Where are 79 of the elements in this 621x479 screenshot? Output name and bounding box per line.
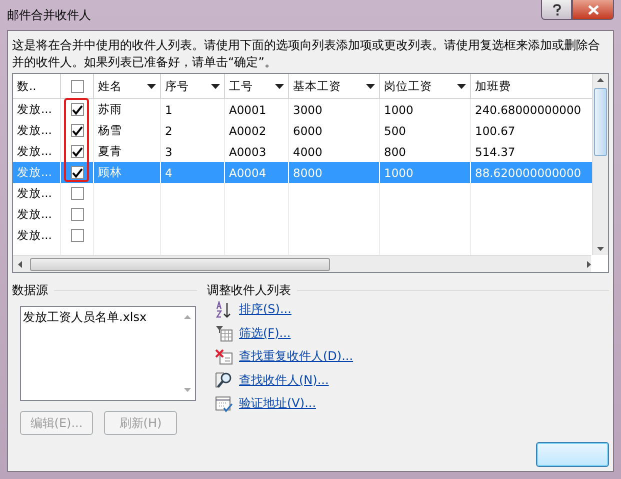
scroll-down-icon[interactable] [597, 247, 604, 251]
checkbox[interactable] [70, 229, 84, 242]
table-cell: 顾林 [98, 165, 122, 180]
column-header[interactable]: 数.. [13, 74, 61, 98]
link[interactable]: 查找收件人(N)... [239, 372, 329, 389]
column-header[interactable]: 姓名 [94, 74, 161, 98]
table-cell: 1000 [384, 102, 414, 116]
table-cell: 苏雨 [98, 102, 122, 117]
dropdown-arrow-icon[interactable] [147, 84, 156, 88]
table-cell: 发放... [17, 123, 52, 138]
table-cell: 2 [165, 124, 172, 138]
group-label: 调整收件人列表 [207, 282, 291, 298]
sort-icon [215, 300, 233, 319]
help-button[interactable] [541, 0, 572, 20]
table-cell: 发放... [17, 102, 52, 117]
table-cell: 100.67 [475, 124, 516, 138]
table-cell: 3000 [293, 102, 322, 116]
calendar-check-icon [215, 394, 233, 413]
vertical-scrollbar[interactable] [592, 74, 608, 255]
horizontal-scrollbar[interactable] [13, 255, 591, 272]
table-cell: 4 [165, 166, 172, 180]
table-cell: 3 [165, 144, 172, 158]
checkbox[interactable] [70, 124, 84, 137]
instruction-text: 这是将在合并中使用的收件人列表。请使用下面的选项向列表添加项或更改列表。请使用复选框来添加或删除合并的收件人。如果列表已准备好，请单击“确定”。 [12, 37, 601, 71]
checkbox[interactable] [70, 145, 84, 158]
column-header[interactable]: 基本工资 [289, 74, 380, 98]
table-cell: 杨雪 [98, 123, 122, 138]
table-cell: 240.68000000000 [475, 102, 582, 116]
table-cell: 发放... [17, 228, 52, 243]
close-icon [588, 4, 598, 14]
table-cell: 4000 [293, 144, 322, 158]
window-title: 邮件合并收件人 [7, 7, 91, 24]
table-cell: 发放... [17, 165, 52, 180]
select-all-checkbox[interactable] [70, 80, 84, 92]
table-cell: A0001 [229, 102, 266, 116]
scroll-left-icon[interactable] [18, 260, 22, 268]
table-cell: 800 [384, 144, 406, 158]
scroll-thumb[interactable] [30, 258, 330, 270]
table-cell: 1 [165, 102, 172, 116]
table-cell: 8000 [293, 166, 322, 180]
checkbox[interactable] [70, 187, 84, 200]
table-cell: A0002 [229, 124, 266, 138]
table-cell: A0004 [229, 166, 266, 180]
ok-button[interactable] [536, 442, 609, 467]
remove-duplicates-icon [215, 348, 233, 366]
dropdown-arrow-icon[interactable] [457, 84, 466, 88]
help-icon [552, 4, 562, 16]
table-cell: 1000 [384, 166, 414, 180]
list-item[interactable]: 发放工资人员名单.xlsx [23, 309, 177, 326]
table-cell: 500 [384, 124, 406, 138]
link[interactable]: 筛选(F)... [239, 324, 291, 342]
data-source-list[interactable]: 发放工资人员名单.xlsx [20, 306, 196, 401]
checkbox[interactable] [70, 103, 84, 116]
table-cell: A0003 [229, 144, 266, 158]
dropdown-arrow-icon[interactable] [366, 84, 375, 88]
table-cell: 发放... [17, 144, 52, 159]
table-cell: 514.37 [475, 144, 516, 158]
table-cell: 88.620000000000 [475, 166, 582, 180]
link[interactable]: 排序(S)... [239, 301, 292, 318]
close-button[interactable] [572, 0, 614, 20]
link[interactable]: 查找重复收件人(D)... [239, 348, 354, 366]
column-header[interactable]: 工号 [225, 74, 289, 98]
table-cell: 夏青 [98, 144, 122, 159]
filter-icon [215, 324, 233, 342]
group-label: 数据源 [12, 282, 48, 298]
scroll-right-icon[interactable] [587, 260, 591, 268]
link[interactable]: 验证地址(V)... [239, 395, 316, 412]
checkbox[interactable] [70, 208, 84, 221]
table-cell: 6000 [293, 124, 322, 138]
table-cell: 发放... [17, 207, 52, 222]
column-header[interactable]: 序号 [161, 74, 225, 98]
scroll-thumb[interactable] [594, 88, 608, 156]
search-icon [215, 371, 233, 390]
scroll-up-icon[interactable] [597, 78, 604, 82]
column-header[interactable]: 岗位工资 [380, 74, 471, 98]
checkbox[interactable] [70, 166, 84, 179]
dropdown-arrow-icon[interactable] [275, 84, 284, 88]
dropdown-arrow-icon[interactable] [211, 84, 220, 88]
table-cell: 发放... [17, 186, 52, 201]
